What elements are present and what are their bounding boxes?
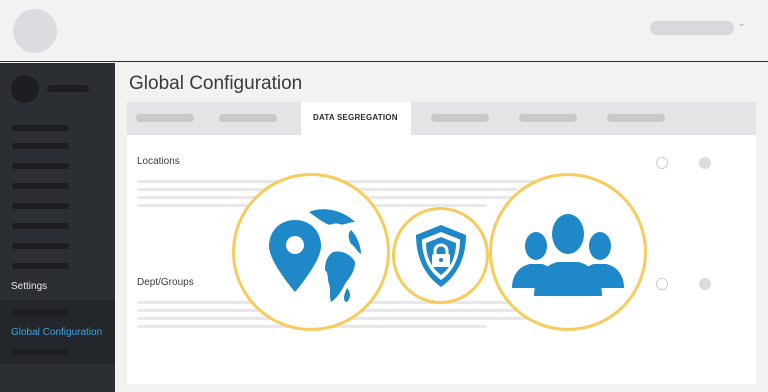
radio-option[interactable] bbox=[699, 278, 711, 290]
radio-option[interactable] bbox=[699, 157, 711, 169]
page-title: Global Configuration bbox=[129, 73, 303, 94]
location-globe-icon bbox=[269, 209, 361, 302]
user-menu[interactable] bbox=[650, 21, 734, 35]
sidebar-subitem[interactable] bbox=[12, 349, 69, 355]
sidebar-item[interactable] bbox=[12, 125, 69, 131]
logo-placeholder bbox=[13, 9, 57, 53]
location-feature-circle bbox=[232, 173, 390, 331]
sidebar-item[interactable] bbox=[12, 163, 69, 169]
sidebar-item[interactable] bbox=[12, 243, 69, 249]
top-header: ⌄ bbox=[0, 0, 768, 62]
sidebar-item[interactable] bbox=[12, 143, 69, 149]
tab[interactable] bbox=[431, 114, 489, 122]
security-shield-lock-icon bbox=[415, 224, 466, 287]
security-feature-circle bbox=[392, 207, 489, 304]
radio-option[interactable] bbox=[656, 278, 668, 290]
sidebar-item[interactable] bbox=[12, 223, 69, 229]
tab[interactable] bbox=[607, 114, 665, 122]
groups-feature-circle bbox=[489, 173, 647, 331]
tab[interactable] bbox=[136, 114, 194, 122]
sidebar-item[interactable] bbox=[12, 183, 69, 189]
radio-option[interactable] bbox=[656, 157, 668, 169]
chevron-down-icon[interactable]: ⌄ bbox=[738, 19, 746, 29]
tab-label: DATA SEGREGATION bbox=[313, 113, 398, 122]
sidebar: Settings Global Configuration bbox=[0, 63, 115, 392]
user-name-placeholder bbox=[47, 85, 89, 92]
user-group-icon bbox=[512, 214, 624, 296]
section-label-locations: Locations bbox=[137, 156, 180, 167]
sidebar-subitem[interactable] bbox=[12, 310, 69, 316]
sidebar-item-settings[interactable]: Settings bbox=[11, 281, 47, 292]
tab[interactable] bbox=[219, 114, 277, 122]
sidebar-item[interactable] bbox=[12, 203, 69, 209]
sidebar-item-global-configuration[interactable]: Global Configuration bbox=[11, 327, 102, 338]
tab[interactable] bbox=[519, 114, 577, 122]
sidebar-item[interactable] bbox=[12, 263, 69, 269]
avatar bbox=[11, 75, 39, 103]
section-label-dept-groups: Dept/Groups bbox=[137, 277, 194, 288]
